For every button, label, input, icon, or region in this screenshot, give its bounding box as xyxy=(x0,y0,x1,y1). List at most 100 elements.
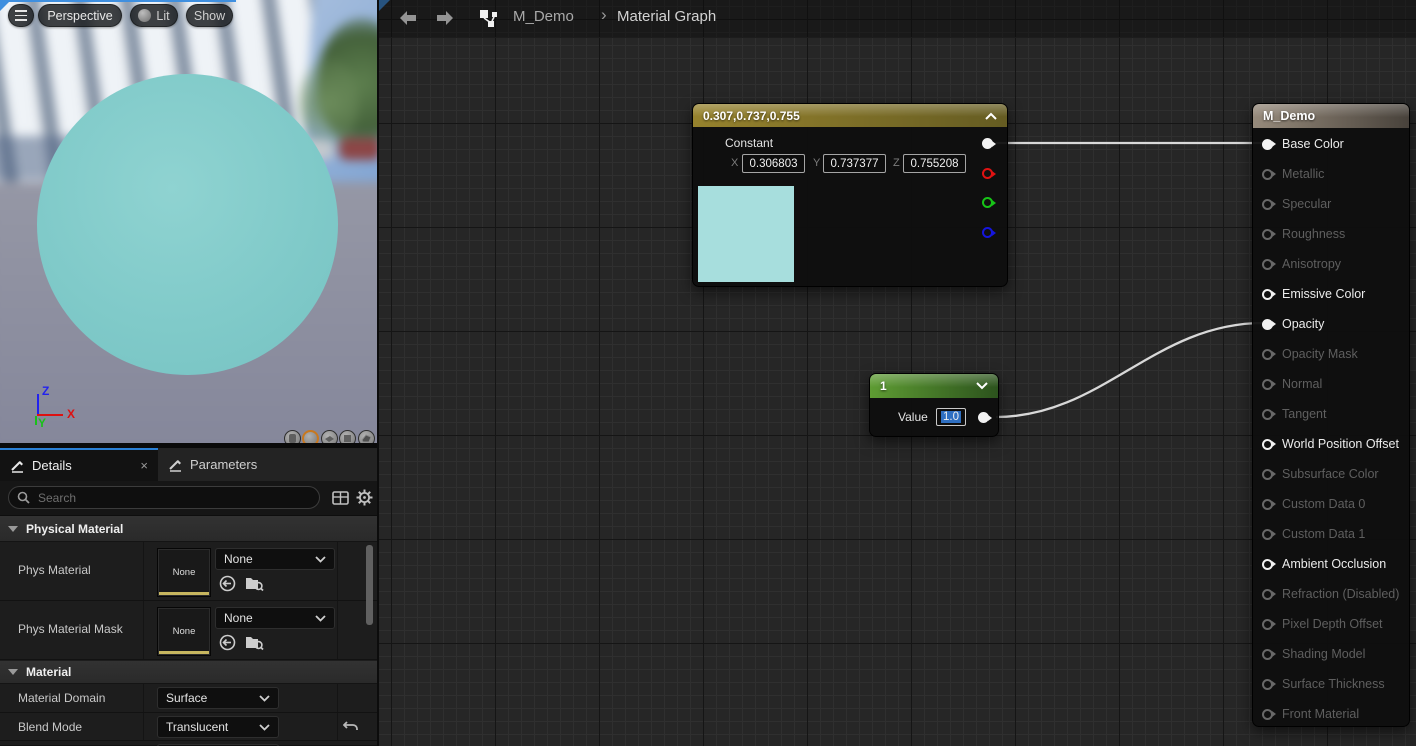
input-pin-icon[interactable] xyxy=(1262,529,1273,540)
constant3-node[interactable]: 0.307,0.737,0.755 Constant X Y Z xyxy=(692,103,1008,287)
section-material[interactable]: Material xyxy=(0,661,377,684)
chevron-down-icon[interactable] xyxy=(976,382,988,390)
input-pin-icon[interactable] xyxy=(1262,379,1273,390)
input-pin-icon[interactable] xyxy=(1262,289,1273,300)
phys-material-thumbnail[interactable]: None xyxy=(157,548,211,597)
pin-shading-model[interactable]: Shading Model xyxy=(1253,639,1409,669)
pin-specular[interactable]: Specular xyxy=(1253,189,1409,219)
input-pin-icon[interactable] xyxy=(1262,259,1273,270)
axis-y-label: Y xyxy=(38,416,46,430)
output-pin-g[interactable] xyxy=(982,197,993,208)
back-arrow-icon[interactable] xyxy=(397,9,419,27)
input-pin-icon[interactable] xyxy=(1262,169,1273,180)
browse-to-asset-icon[interactable] xyxy=(245,575,264,592)
input-pin-icon[interactable] xyxy=(1262,499,1273,510)
pin-roughness[interactable]: Roughness xyxy=(1253,219,1409,249)
input-pin-icon[interactable] xyxy=(1262,619,1273,630)
search-box[interactable] xyxy=(8,486,320,509)
input-pin-icon[interactable] xyxy=(1262,139,1273,150)
lit-mode-button[interactable]: Lit xyxy=(130,4,178,27)
chevron-up-icon[interactable] xyxy=(985,112,997,120)
input-pin-icon[interactable] xyxy=(1262,559,1273,570)
section-physical-material[interactable]: Physical Material xyxy=(0,516,377,542)
tab-close-icon[interactable]: × xyxy=(140,458,148,473)
pin-anisotropy[interactable]: Anisotropy xyxy=(1253,249,1409,279)
pin-opacity-mask[interactable]: Opacity Mask xyxy=(1253,339,1409,369)
pin-normal[interactable]: Normal xyxy=(1253,369,1409,399)
input-pin-icon[interactable] xyxy=(1262,199,1273,210)
phys-material-dropdown[interactable]: None xyxy=(215,548,335,570)
phys-material-mask-label: Phys Material Mask xyxy=(18,622,123,636)
pin-subsurface-color[interactable]: Subsurface Color xyxy=(1253,459,1409,489)
viewport-menu-button[interactable] xyxy=(8,4,34,27)
use-selected-asset-icon[interactable] xyxy=(219,634,236,651)
forward-arrow-icon[interactable] xyxy=(434,9,456,27)
preview-sphere-mesh[interactable] xyxy=(37,74,338,375)
input-pin-icon[interactable] xyxy=(1262,319,1273,330)
pin-label: Metallic xyxy=(1282,167,1324,181)
pin-emissive-color[interactable]: Emissive Color xyxy=(1253,279,1409,309)
breadcrumb-page: Material Graph xyxy=(617,8,716,25)
pin-refraction[interactable]: Refraction (Disabled) xyxy=(1253,579,1409,609)
phys-material-mask-thumbnail[interactable]: None xyxy=(157,607,211,656)
phys-material-mask-dropdown[interactable]: None xyxy=(215,607,335,629)
input-pin-icon[interactable] xyxy=(1262,679,1273,690)
details-panel: Details × Parameters xyxy=(0,448,377,746)
show-button[interactable]: Show xyxy=(186,4,233,27)
pin-custom-data-1[interactable]: Custom Data 1 xyxy=(1253,519,1409,549)
result-node-header[interactable]: M_Demo xyxy=(1253,104,1409,128)
row-material-domain: Material Domain Surface xyxy=(0,684,377,713)
output-pin-b[interactable] xyxy=(982,227,993,238)
pin-tangent[interactable]: Tangent xyxy=(1253,399,1409,429)
y-value-input[interactable] xyxy=(823,154,886,173)
value-input[interactable]: 1.0 xyxy=(936,408,966,426)
phys-material-label: Phys Material xyxy=(18,563,91,577)
input-pin-icon[interactable] xyxy=(1262,409,1273,420)
perspective-button[interactable]: Perspective xyxy=(38,4,122,27)
pin-custom-data-0[interactable]: Custom Data 0 xyxy=(1253,489,1409,519)
x-label: X xyxy=(731,157,738,169)
output-pin-rgb[interactable] xyxy=(982,138,993,149)
reset-to-default-icon[interactable] xyxy=(343,720,359,733)
material-graph-canvas[interactable]: M_Demo › Material Graph 0.307,0.737,0.75… xyxy=(377,0,1416,746)
input-pin-icon[interactable] xyxy=(1262,589,1273,600)
pin-base-color[interactable]: Base Color xyxy=(1253,129,1409,159)
input-pin-icon[interactable] xyxy=(1262,709,1273,720)
pin-label: World Position Offset xyxy=(1282,437,1399,451)
output-pin-r[interactable] xyxy=(982,168,993,179)
preview-viewport[interactable]: Perspective Lit Show Z X Y xyxy=(0,0,377,448)
row-phys-material-mask: Phys Material Mask None None xyxy=(0,601,377,660)
input-pin-icon[interactable] xyxy=(1262,229,1273,240)
input-pin-icon[interactable] xyxy=(1262,649,1273,660)
details-scrollbar[interactable] xyxy=(366,545,373,625)
collapse-arrow-icon xyxy=(8,669,18,675)
pin-opacity[interactable]: Opacity xyxy=(1253,309,1409,339)
axis-gizmo: Z X Y xyxy=(26,386,86,430)
gear-icon[interactable] xyxy=(356,489,373,506)
input-pin-icon[interactable] xyxy=(1262,469,1273,480)
x-value-input[interactable] xyxy=(742,154,805,173)
blend-mode-dropdown[interactable]: Translucent xyxy=(157,716,279,738)
tab-details[interactable]: Details × xyxy=(0,448,158,481)
constant-node[interactable]: 1 Value 1.0 xyxy=(869,373,999,437)
input-pin-icon[interactable] xyxy=(1262,349,1273,360)
pin-pixel-depth-offset[interactable]: Pixel Depth Offset xyxy=(1253,609,1409,639)
use-selected-asset-icon[interactable] xyxy=(219,575,236,592)
pin-ambient-occlusion[interactable]: Ambient Occlusion xyxy=(1253,549,1409,579)
tab-parameters[interactable]: Parameters xyxy=(158,448,308,481)
z-value-input[interactable] xyxy=(903,154,966,173)
result-node[interactable]: M_Demo Base Color Metallic Specular Roug… xyxy=(1252,103,1410,727)
input-pin-icon[interactable] xyxy=(1262,439,1273,450)
pin-front-material[interactable]: Front Material xyxy=(1253,699,1409,729)
material-domain-dropdown[interactable]: Surface xyxy=(157,687,279,709)
pin-surface-thickness[interactable]: Surface Thickness xyxy=(1253,669,1409,699)
output-pin[interactable] xyxy=(978,412,989,423)
pin-world-position-offset[interactable]: World Position Offset xyxy=(1253,429,1409,459)
breadcrumb-asset[interactable]: M_Demo xyxy=(513,8,574,25)
constant3-node-header[interactable]: 0.307,0.737,0.755 xyxy=(693,104,1007,127)
constant-node-header[interactable]: 1 xyxy=(870,374,998,398)
pin-metallic[interactable]: Metallic xyxy=(1253,159,1409,189)
search-input[interactable] xyxy=(36,490,311,506)
browse-to-asset-icon[interactable] xyxy=(245,634,264,651)
display-filter-icon[interactable] xyxy=(332,490,349,506)
